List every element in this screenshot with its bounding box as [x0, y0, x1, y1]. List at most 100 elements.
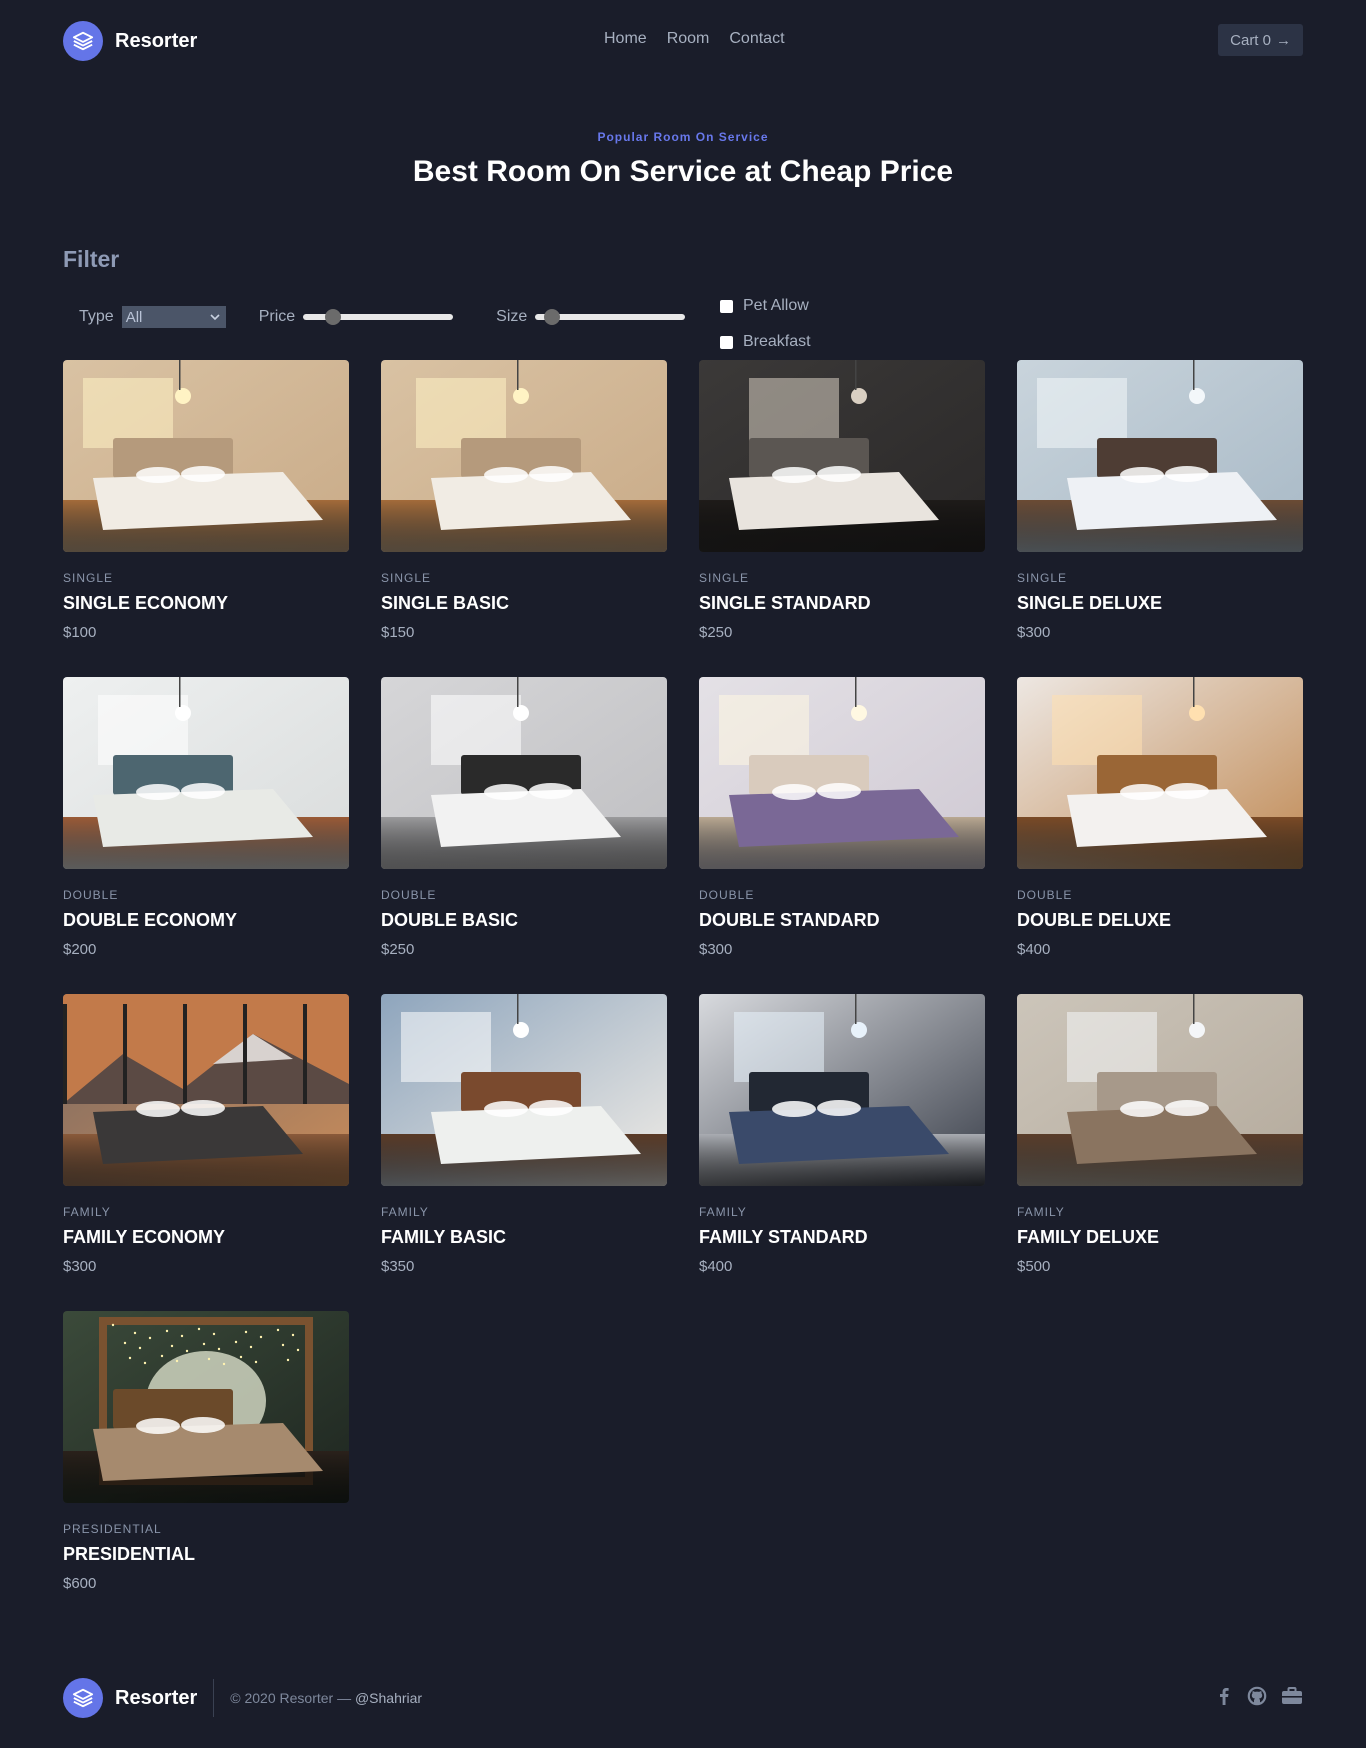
room-category: Family: [381, 1205, 429, 1219]
price-label: Price: [258, 308, 296, 325]
room-photo[interactable]: [699, 677, 985, 869]
room-price: $150: [381, 624, 415, 641]
room-name[interactable]: PRESIDENTIAL: [63, 1544, 349, 1565]
filter-controls: Type All Price Size: [79, 304, 686, 330]
layers-icon: [63, 21, 103, 61]
room-category: Single: [1017, 571, 1068, 585]
site-header: Resorter Home Room Contact Cart 0 →: [0, 0, 1366, 80]
room-name[interactable]: FAMILY BASIC: [381, 1227, 667, 1248]
room-card[interactable]: Double DOUBLE STANDARD $300: [699, 677, 985, 994]
github-icon[interactable]: [1247, 1686, 1267, 1711]
nav-contact-link[interactable]: Contact: [729, 30, 784, 48]
footer-brand-name: Resorter: [115, 1686, 198, 1709]
room-photo[interactable]: [63, 1311, 349, 1503]
page-title: Best Room On Service at Cheap Price: [412, 155, 954, 188]
room-price: $300: [1017, 624, 1051, 641]
room-price: $250: [381, 941, 415, 958]
room-photo[interactable]: [1017, 360, 1303, 552]
author-handle-link[interactable]: @Shahriar: [355, 1690, 422, 1706]
copyright-label: © 2020 Resorter —: [230, 1690, 352, 1706]
room-photo[interactable]: [699, 994, 985, 1186]
room-photo[interactable]: [1017, 677, 1303, 869]
breakfast-label: Breakfast: [743, 333, 811, 350]
breakfast-checkbox[interactable]: [720, 335, 733, 349]
room-price: $200: [63, 941, 97, 958]
price-slider[interactable]: [303, 309, 454, 325]
room-photo[interactable]: [381, 677, 667, 869]
social-links: [1215, 1686, 1303, 1711]
room-name[interactable]: FAMILY ECONOMY: [63, 1227, 349, 1248]
room-name[interactable]: DOUBLE BASIC: [381, 910, 667, 931]
layers-icon: [63, 1678, 103, 1718]
room-price: $100: [63, 624, 97, 641]
room-photo[interactable]: [1017, 994, 1303, 1186]
copyright-text: © 2020 Resorter — @Shahriar: [230, 1690, 422, 1706]
room-card[interactable]: Family FAMILY STANDARD $400: [699, 994, 985, 1311]
room-name[interactable]: FAMILY DELUXE: [1017, 1227, 1303, 1248]
filter-checkboxes: Pet Allow Breakfast: [720, 288, 811, 360]
room-category: Single: [63, 571, 114, 585]
size-slider[interactable]: [535, 309, 686, 325]
footer-brand-logo[interactable]: Resorter: [63, 1678, 197, 1718]
size-label: Size: [496, 308, 528, 325]
pet-allow-checkbox[interactable]: [720, 299, 733, 313]
room-photo[interactable]: [381, 994, 667, 1186]
price-slider-thumb[interactable]: [325, 309, 342, 325]
room-price: $350: [381, 1258, 415, 1275]
cart-button[interactable]: Cart 0 →: [1218, 24, 1303, 56]
room-card[interactable]: Presidential PRESIDENTIAL $600: [63, 1311, 349, 1628]
room-name[interactable]: FAMILY STANDARD: [699, 1227, 985, 1248]
room-price: $600: [63, 1575, 97, 1592]
arrow-right-icon: →: [1276, 31, 1291, 49]
room-category: Double: [381, 888, 437, 902]
room-card[interactable]: Double DOUBLE BASIC $250: [381, 677, 667, 994]
room-name[interactable]: SINGLE BASIC: [381, 593, 667, 614]
room-name[interactable]: DOUBLE ECONOMY: [63, 910, 349, 931]
room-card[interactable]: Single SINGLE STANDARD $250: [699, 360, 985, 677]
room-card[interactable]: Double DOUBLE DELUXE $400: [1017, 677, 1303, 994]
briefcase-icon[interactable]: [1281, 1686, 1303, 1711]
room-card[interactable]: Single SINGLE DELUXE $300: [1017, 360, 1303, 677]
room-card[interactable]: Family FAMILY ECONOMY $300: [63, 994, 349, 1311]
room-price: $300: [699, 941, 733, 958]
pet-allow-option[interactable]: Pet Allow: [720, 288, 811, 324]
room-card[interactable]: Single SINGLE ECONOMY $100: [63, 360, 349, 677]
type-label: Type: [79, 308, 114, 325]
type-select[interactable]: All: [121, 306, 226, 328]
breakfast-option[interactable]: Breakfast: [720, 324, 811, 360]
room-price: $500: [1017, 1258, 1051, 1275]
room-category: Single: [699, 571, 750, 585]
room-photo[interactable]: [63, 994, 349, 1186]
facebook-icon[interactable]: [1215, 1686, 1233, 1711]
section-eyebrow: Popular Room On Service: [597, 130, 769, 144]
nav-room-link[interactable]: Room: [667, 30, 710, 48]
main-nav: Home Room Contact: [604, 30, 785, 48]
room-category: Double: [1017, 888, 1073, 902]
chevron-down-icon: [210, 314, 220, 321]
pet-allow-label: Pet Allow: [743, 297, 809, 314]
room-card[interactable]: Family FAMILY DELUXE $500: [1017, 994, 1303, 1311]
room-card[interactable]: Family FAMILY BASIC $350: [381, 994, 667, 1311]
type-select-value: All: [125, 308, 143, 326]
room-photo[interactable]: [63, 677, 349, 869]
room-name[interactable]: SINGLE DELUXE: [1017, 593, 1303, 614]
room-photo[interactable]: [63, 360, 349, 552]
filter-heading: Filter: [63, 246, 120, 272]
room-photo[interactable]: [381, 360, 667, 552]
room-photo[interactable]: [699, 360, 985, 552]
room-category: Family: [699, 1205, 747, 1219]
room-name[interactable]: DOUBLE STANDARD: [699, 910, 985, 931]
room-name[interactable]: DOUBLE DELUXE: [1017, 910, 1303, 931]
room-card[interactable]: Single SINGLE BASIC $150: [381, 360, 667, 677]
footer-divider: [213, 1679, 215, 1717]
room-category: Presidential: [63, 1522, 162, 1536]
cart-label: Cart 0: [1230, 31, 1271, 49]
size-slider-thumb[interactable]: [543, 309, 560, 325]
room-name[interactable]: SINGLE STANDARD: [699, 593, 985, 614]
site-footer: Resorter © 2020 Resorter — @Shahriar: [63, 1670, 1303, 1726]
nav-home-link[interactable]: Home: [604, 30, 647, 48]
room-category: Family: [1017, 1205, 1065, 1219]
room-name[interactable]: SINGLE ECONOMY: [63, 593, 349, 614]
brand-logo[interactable]: Resorter: [63, 21, 197, 61]
room-card[interactable]: Double DOUBLE ECONOMY $200: [63, 677, 349, 994]
